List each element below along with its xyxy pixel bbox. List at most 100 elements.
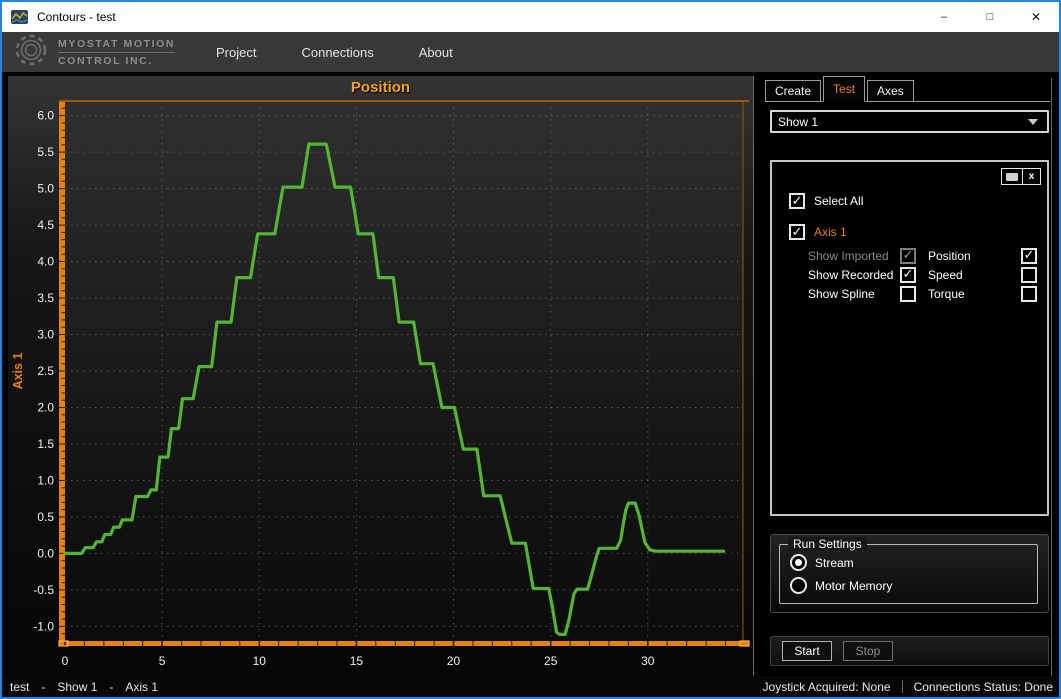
window-title: Contours - test — [37, 10, 116, 24]
svg-text:3.0: 3.0 — [37, 328, 54, 342]
window-controls: – □ ✕ — [921, 2, 1059, 32]
select-all-row: Select All — [789, 193, 863, 209]
select-all-label: Select All — [814, 194, 863, 208]
status-segment: test — [10, 680, 29, 694]
torque-checkbox[interactable] — [1021, 286, 1037, 302]
svg-text:5: 5 — [159, 654, 166, 668]
brand-line1: MYOSTAT MOTION — [58, 38, 175, 50]
svg-text:6.0: 6.0 — [37, 109, 54, 123]
svg-text:4.5: 4.5 — [37, 218, 54, 232]
brand-logo: MYOSTAT MOTION CONTROL INC. — [10, 31, 198, 74]
menu-items: Project Connections About — [216, 45, 453, 60]
start-button[interactable]: Start — [782, 641, 832, 661]
run-settings-panel: Run Settings Stream Motor Memory — [770, 534, 1049, 613]
status-left: test-Show 1-Axis 1 — [10, 680, 158, 694]
legend-restore-button[interactable] — [1002, 169, 1023, 184]
y-axis-band — [59, 101, 65, 646]
status-separator: - — [109, 680, 113, 694]
show-dropdown-value: Show 1 — [778, 115, 818, 129]
tab-axes[interactable]: Axes — [867, 80, 914, 101]
svg-text:1.0: 1.0 — [37, 474, 54, 488]
svg-text:5.5: 5.5 — [37, 145, 54, 159]
panel-edge-divider — [1051, 78, 1052, 676]
legend-row: Show Recorded Speed — [808, 265, 1037, 284]
show-spline-checkbox[interactable] — [900, 286, 916, 302]
show-imported-checkbox[interactable] — [900, 248, 916, 264]
select-all-checkbox[interactable] — [789, 193, 805, 209]
show-recorded-checkbox[interactable] — [900, 267, 916, 283]
radio-row-stream[interactable]: Stream — [790, 554, 1037, 571]
status-separator: - — [41, 680, 45, 694]
right-panel: CreateTestAxes Show 1 x Select All Axis … — [764, 76, 1055, 678]
status-divider — [902, 680, 903, 693]
stop-button[interactable]: Stop — [843, 641, 893, 661]
minimize-button[interactable]: – — [921, 2, 967, 32]
svg-text:25: 25 — [544, 654, 558, 668]
radio-label: Stream — [815, 556, 854, 570]
stream-radio[interactable] — [790, 554, 807, 571]
menu-bar: MYOSTAT MOTION CONTROL INC. Project Conne… — [2, 32, 1059, 72]
legend-right-label: Torque — [928, 287, 1000, 301]
axis1-checkbox[interactable] — [789, 224, 805, 240]
menu-item-about[interactable]: About — [419, 45, 453, 60]
run-settings-groupbox: Run Settings StreamMotor Memory — [779, 544, 1038, 604]
svg-text:20: 20 — [447, 654, 461, 668]
legend-left-label: Show Recorded — [808, 268, 900, 282]
legend-window-buttons: x — [1001, 168, 1041, 185]
brand-gear-icon — [10, 31, 52, 74]
tab-test[interactable]: Test — [823, 76, 865, 102]
legend-row: Show Spline Torque — [808, 284, 1037, 303]
svg-text:15: 15 — [350, 654, 364, 668]
svg-text:10: 10 — [253, 654, 267, 668]
svg-text:4.0: 4.0 — [37, 255, 54, 269]
status-segment: Axis 1 — [125, 680, 158, 694]
status-bar: test-Show 1-Axis 1 Joystick Acquired: No… — [2, 676, 1059, 697]
legend-right-label: Position — [928, 249, 1000, 263]
position-checkbox[interactable] — [1021, 248, 1037, 264]
title-bar: Contours - test – □ ✕ — [2, 2, 1059, 32]
legend-close-button[interactable]: x — [1023, 169, 1040, 184]
tab-strip: CreateTestAxes — [765, 76, 1050, 102]
svg-text:2.5: 2.5 — [37, 364, 54, 378]
brand-text: MYOSTAT MOTION CONTROL INC. — [58, 38, 175, 67]
legend-left-label: Show Spline — [808, 287, 900, 301]
legend-right-label: Speed — [928, 268, 1000, 282]
radio-row-motor-memory[interactable]: Motor Memory — [790, 577, 1037, 594]
run-mode-radio-group: Stream Motor Memory — [780, 545, 1037, 594]
svg-text:30: 30 — [641, 654, 655, 668]
app-window: Contours - test – □ ✕ MYOSTAT MOTION CON… — [0, 0, 1061, 699]
app-icon — [11, 10, 28, 24]
svg-text:0: 0 — [62, 654, 69, 668]
speed-checkbox[interactable] — [1021, 267, 1037, 283]
svg-text:-1.0: -1.0 — [33, 619, 54, 633]
menu-item-connections[interactable]: Connections — [301, 45, 373, 60]
y-axis-title: Axis 1 — [11, 353, 25, 390]
svg-text:3.5: 3.5 — [37, 291, 54, 305]
legend-row: Show Imported Position — [808, 246, 1037, 265]
legend-left-label: Show Imported — [808, 249, 900, 263]
tab-create[interactable]: Create — [765, 80, 821, 101]
show-dropdown[interactable]: Show 1 — [770, 110, 1049, 133]
axis1-row: Axis 1 — [789, 224, 847, 240]
status-item: Connections Status: Done — [914, 680, 1053, 694]
maximize-button[interactable]: □ — [967, 2, 1013, 32]
position-chart-panel: Position 6.05.55.04.54.03.53.02.52.01.51… — [8, 76, 754, 678]
restore-icon — [1006, 173, 1018, 181]
chevron-down-icon — [1028, 119, 1038, 125]
status-right: Joystick Acquired: None Connections Statu… — [763, 680, 1053, 694]
run-settings-title: Run Settings — [788, 537, 867, 551]
action-button-strip: Start Stop — [770, 636, 1049, 666]
legend-option-rows: Show ImportedPositionShow RecordedSpeedS… — [772, 246, 1047, 303]
radio-label: Motor Memory — [815, 579, 892, 593]
svg-text:0.0: 0.0 — [37, 546, 54, 560]
axis1-label: Axis 1 — [814, 225, 847, 239]
svg-text:2.0: 2.0 — [37, 401, 54, 415]
status-item: Joystick Acquired: None — [763, 680, 891, 694]
menu-item-project[interactable]: Project — [216, 45, 256, 60]
svg-text:5.0: 5.0 — [37, 182, 54, 196]
brand-line2: CONTROL INC. — [58, 52, 175, 67]
position-chart: 6.05.55.04.54.03.53.02.52.01.51.00.50.0-… — [8, 76, 754, 678]
close-button[interactable]: ✕ — [1013, 2, 1059, 32]
motor-memory-radio[interactable] — [790, 577, 807, 594]
legend-panel: x Select All Axis 1 Show Imported Positio… — [770, 160, 1049, 516]
